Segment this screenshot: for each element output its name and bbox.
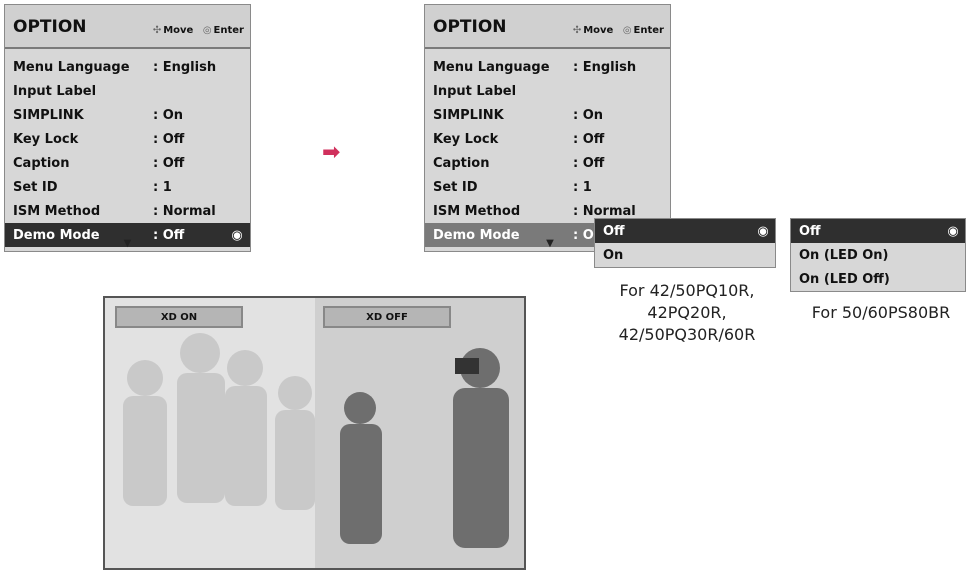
option-off[interactable]: Off ◉: [791, 219, 965, 243]
triangle-down-icon: ▼: [546, 238, 554, 249]
menu-title: OPTION: [13, 17, 87, 37]
menu-hint: ✣ Move ◎ Enter: [152, 25, 244, 36]
menu-item-input-label[interactable]: Input Label: [425, 79, 670, 103]
menu-item-menu-language[interactable]: Menu Language: English: [425, 55, 670, 79]
menu-item-simplink[interactable]: SIMPLINK: On: [425, 103, 670, 127]
menu-item-caption[interactable]: Caption: Off: [5, 151, 250, 175]
move-icon: ✣: [152, 25, 162, 36]
demo-mode-popup-1: Off ◉ On: [594, 218, 776, 268]
model-caption-2: For 50/60PS80BR: [811, 303, 951, 322]
radio-selected-icon: ◉: [231, 227, 243, 243]
menu-title: OPTION: [433, 17, 507, 37]
xd-on-half: [105, 298, 315, 568]
menu-header: OPTION ✣ Move ◎ Enter: [425, 5, 670, 49]
option-on-led-on[interactable]: On (LED On): [791, 243, 965, 267]
girl-camera-silhouette: [339, 348, 509, 548]
menu-item-input-label[interactable]: Input Label: [5, 79, 250, 103]
radio-selected-icon: ◉: [757, 223, 769, 239]
option-on-led-off[interactable]: On (LED Off): [791, 267, 965, 291]
menu-item-set-id[interactable]: Set ID: 1: [5, 175, 250, 199]
menu-item-key-lock[interactable]: Key Lock: Off: [425, 127, 670, 151]
right-arrow-icon: ➡: [322, 140, 341, 165]
enter-icon: ◎: [622, 25, 632, 36]
menu-item-ism-method[interactable]: ISM Method: Normal: [5, 199, 250, 223]
menu-item-key-lock[interactable]: Key Lock: Off: [5, 127, 250, 151]
option-menu-right: OPTION ✣ Move ◎ Enter Menu Language: Engli…: [424, 4, 671, 252]
move-icon: ✣: [572, 25, 582, 36]
menu-item-caption[interactable]: Caption: Off: [425, 151, 670, 175]
radio-selected-icon: ◉: [947, 223, 959, 239]
menu-item-menu-language[interactable]: Menu Language: English: [5, 55, 250, 79]
demo-mode-popup-2: Off ◉ On (LED On) On (LED Off): [790, 218, 966, 292]
option-menu-left: OPTION ✣ Move ◎ Enter Menu Language: Engli…: [4, 4, 251, 252]
enter-icon: ◎: [202, 25, 212, 36]
triangle-down-icon: ▼: [123, 238, 132, 249]
xd-off-half: [314, 298, 524, 568]
children-silhouette: [123, 333, 315, 510]
xd-comparison-photo: XD ON XD OFF: [103, 296, 526, 570]
menu-hint: ✣ Move ◎ Enter: [572, 25, 664, 36]
menu-header: OPTION ✣ Move ◎ Enter: [5, 5, 250, 49]
option-on[interactable]: On: [595, 243, 775, 267]
menu-item-simplink[interactable]: SIMPLINK: On: [5, 103, 250, 127]
model-caption-1: For 42/50PQ10R, 42PQ20R, 42/50PQ30R/60R: [618, 281, 756, 344]
xd-on-label: XD ON: [115, 306, 243, 328]
xd-off-label: XD OFF: [323, 306, 451, 328]
menu-item-set-id[interactable]: Set ID: 1: [425, 175, 670, 199]
option-off[interactable]: Off ◉: [595, 219, 775, 243]
